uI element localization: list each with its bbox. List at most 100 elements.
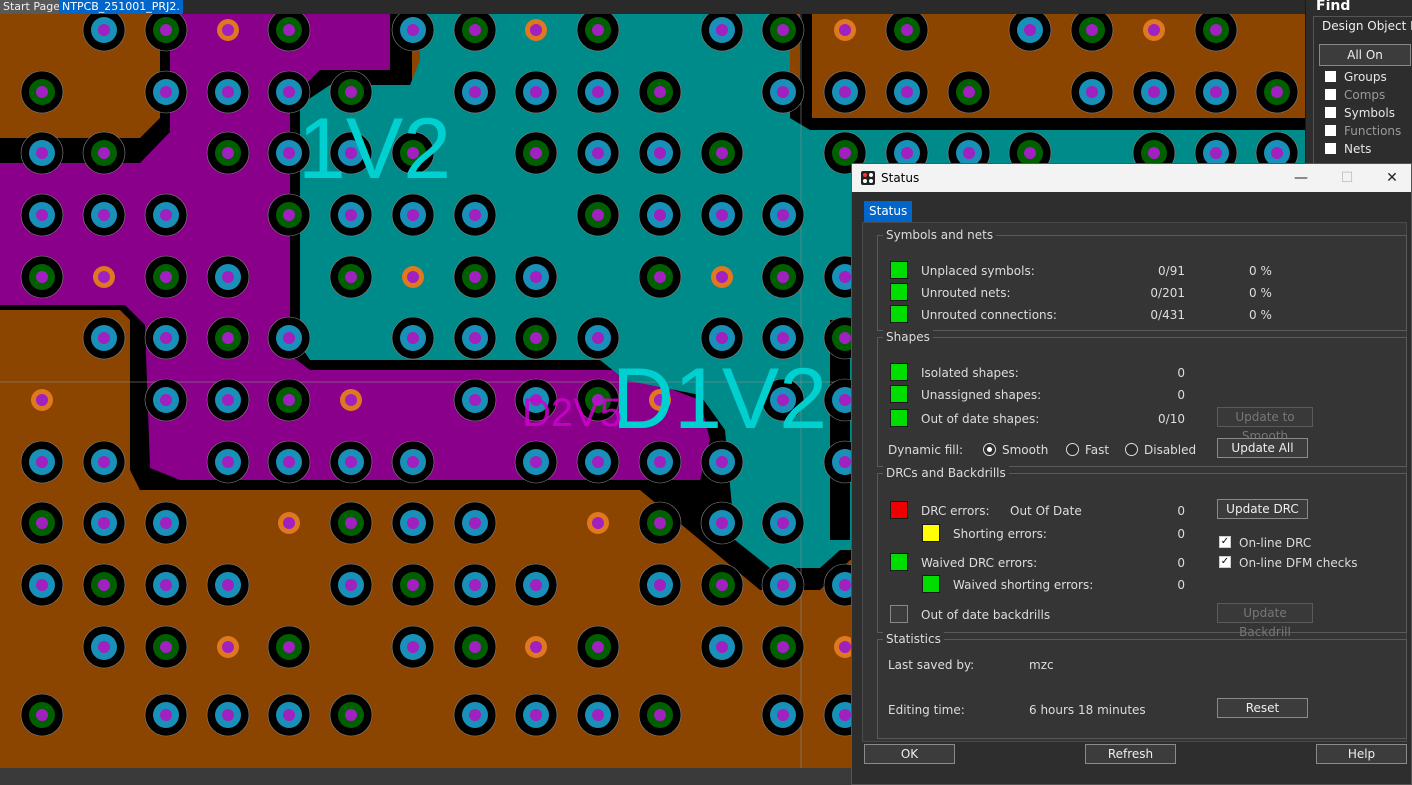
fill-fast-label: Fast	[1085, 443, 1110, 457]
design-object-find-label: Design Object Find	[1322, 19, 1412, 33]
find-comps-checkbox[interactable]: Comps	[1325, 88, 1385, 102]
via	[638, 193, 682, 237]
via	[144, 563, 188, 607]
tab-status[interactable]: Status	[864, 201, 913, 222]
via	[82, 501, 126, 545]
via	[761, 693, 805, 737]
via	[638, 255, 682, 299]
via	[453, 625, 497, 669]
via	[267, 316, 311, 360]
backdrill-status	[890, 605, 908, 623]
online-dfm-checkbox[interactable]: ✓	[1219, 556, 1231, 568]
all-on-button[interactable]: All On	[1319, 44, 1411, 66]
via	[453, 70, 497, 114]
via	[20, 440, 64, 484]
via	[391, 440, 435, 484]
unplaced-status	[890, 261, 908, 279]
via	[1132, 70, 1176, 114]
refresh-button[interactable]: Refresh	[1085, 744, 1176, 764]
status-panel: Symbols and nets Unplaced symbols: 0/91 …	[862, 222, 1407, 742]
via	[711, 266, 733, 288]
find-functions-checkbox[interactable]: Functions	[1325, 124, 1401, 138]
via	[761, 563, 805, 607]
via	[761, 70, 805, 114]
via	[20, 563, 64, 607]
via	[402, 266, 424, 288]
unplaced-label: Unplaced symbols:	[921, 264, 1035, 278]
update-drc-button[interactable]: Update DRC	[1217, 499, 1308, 519]
via	[700, 625, 744, 669]
via	[761, 255, 805, 299]
via	[267, 440, 311, 484]
statistics-group	[877, 639, 1407, 739]
via	[82, 625, 126, 669]
status-dialog: Status — ☐ ✕ Status Symbols and nets Unp…	[851, 163, 1412, 785]
net-label-1v2: 1V2	[298, 101, 451, 197]
via	[453, 693, 497, 737]
via	[20, 255, 64, 299]
minimize-icon[interactable]: —	[1288, 168, 1314, 188]
via	[700, 563, 744, 607]
via	[329, 440, 373, 484]
unassigned-status	[890, 385, 908, 403]
via	[453, 378, 497, 422]
via	[82, 131, 126, 175]
via	[587, 512, 609, 534]
via	[514, 70, 558, 114]
fill-fast-radio[interactable]	[1066, 443, 1079, 456]
via	[576, 70, 620, 114]
via	[453, 316, 497, 360]
find-symbols-checkbox[interactable]: Symbols	[1325, 106, 1395, 120]
unrouted-conn-status	[890, 305, 908, 323]
tab-project[interactable]: NTPCB_251001_PRJ2.	[59, 0, 183, 14]
update-to-smooth-button[interactable]: Update to Smooth	[1217, 407, 1313, 443]
tab-start-page[interactable]: Start Page	[0, 0, 63, 14]
fill-smooth-radio[interactable]	[983, 443, 996, 456]
maximize-icon[interactable]: ☐	[1334, 168, 1360, 188]
online-drc-checkbox[interactable]: ✓	[1219, 536, 1231, 548]
fill-smooth-label: Smooth	[1002, 443, 1049, 457]
via	[1143, 19, 1165, 41]
via	[391, 625, 435, 669]
last-saved-value: mzc	[1029, 658, 1054, 672]
via	[885, 70, 929, 114]
waived-short-label: Waived shorting errors:	[953, 578, 1094, 592]
via	[391, 563, 435, 607]
backdrill-label: Out of date backdrills	[921, 608, 1051, 622]
via	[638, 440, 682, 484]
waived-short-value: 0	[1177, 578, 1185, 592]
via	[206, 70, 250, 114]
update-backdrill-button[interactable]: Update Backdrill	[1217, 603, 1313, 639]
via	[206, 255, 250, 299]
help-button[interactable]: Help	[1316, 744, 1407, 764]
via	[82, 440, 126, 484]
via	[576, 625, 620, 669]
via	[206, 440, 250, 484]
via	[700, 440, 744, 484]
via	[267, 693, 311, 737]
update-all-button[interactable]: Update All	[1217, 438, 1308, 458]
via	[638, 501, 682, 545]
via	[329, 255, 373, 299]
close-icon[interactable]: ✕	[1379, 168, 1405, 188]
via	[947, 70, 991, 114]
via	[82, 316, 126, 360]
find-groups-checkbox[interactable]: Groups	[1325, 70, 1387, 84]
isolated-label: Isolated shapes:	[921, 366, 1019, 380]
find-nets-checkbox[interactable]: Nets	[1325, 142, 1371, 156]
via	[82, 563, 126, 607]
via	[267, 378, 311, 422]
ok-button[interactable]: OK	[864, 744, 955, 764]
via	[20, 70, 64, 114]
via	[206, 563, 250, 607]
dialog-titlebar[interactable]: Status — ☐ ✕	[852, 164, 1411, 192]
via	[834, 19, 856, 41]
via	[761, 501, 805, 545]
shorting-value: 0	[1177, 527, 1185, 541]
reset-button[interactable]: Reset	[1217, 698, 1308, 718]
statistics-label: Statistics	[883, 632, 944, 646]
fill-disabled-radio[interactable]	[1125, 443, 1138, 456]
shorting-status	[922, 524, 940, 542]
via	[217, 636, 239, 658]
isolated-value: 0	[1177, 366, 1185, 380]
